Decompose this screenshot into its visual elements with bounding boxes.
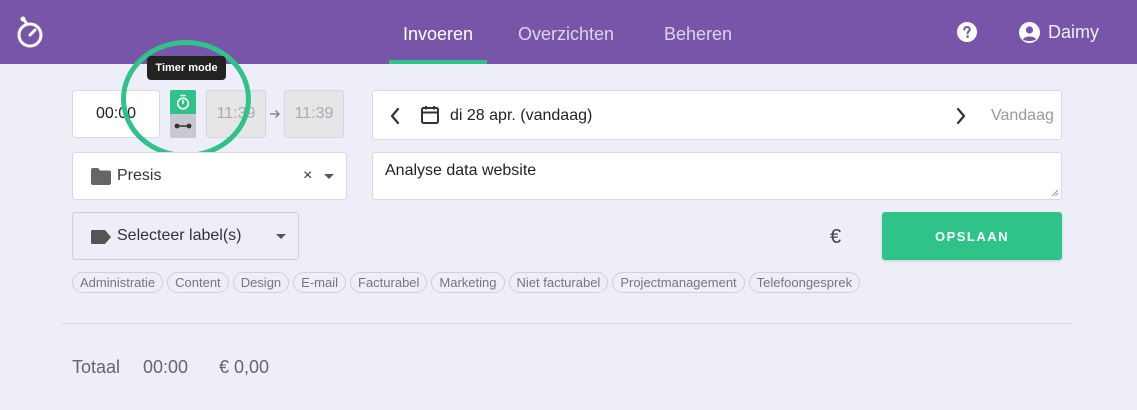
label-chip[interactable]: Administratie (72, 272, 164, 293)
description-textarea[interactable]: Analyse data website (372, 152, 1062, 200)
user-name[interactable]: Daimy (1048, 22, 1099, 43)
description-text: Analyse data website (385, 162, 537, 179)
active-nav-indicator (389, 60, 487, 64)
divider (62, 323, 1073, 324)
label-chip[interactable]: Design (232, 272, 290, 293)
arrow-right-icon (270, 109, 281, 119)
timer-mode-tooltip: Timer mode (147, 56, 226, 80)
tag-icon (91, 230, 111, 244)
selected-date[interactable]: di 28 apr. (vandaag) (450, 107, 592, 125)
clear-project-button[interactable]: × (303, 167, 312, 185)
folder-icon (91, 168, 111, 185)
label-placeholder: Selecteer label(s) (117, 227, 242, 244)
chevron-left-icon[interactable] (389, 107, 401, 125)
chevron-down-icon[interactable] (276, 234, 286, 239)
date-selector: di 28 apr. (vandaag) Vandaag (372, 90, 1062, 140)
stopwatch-logo-icon[interactable] (15, 15, 45, 49)
end-time-input[interactable]: 11:39 (284, 90, 344, 138)
project-value: Presis (117, 167, 162, 184)
calendar-icon (421, 106, 439, 124)
label-chip[interactable]: Content (167, 272, 229, 293)
label-select[interactable]: Selecteer label(s) (72, 212, 299, 260)
today-button[interactable]: Vandaag (991, 107, 1054, 125)
label-chip[interactable]: Facturabel (350, 272, 428, 293)
totals-label: Totaal (72, 357, 121, 377)
label-chip[interactable]: Marketing (431, 272, 505, 293)
nav-overzichten[interactable]: Overzichten (518, 24, 614, 45)
project-select[interactable]: Presis × (72, 152, 347, 200)
chevron-down-icon[interactable] (324, 174, 334, 179)
nav-beheren[interactable]: Beheren (664, 24, 732, 45)
label-chip-list: Administratie Content Design E-mail Fact… (72, 272, 861, 293)
totals-amount: € 0,00 (219, 357, 270, 377)
billable-toggle[interactable]: € (830, 226, 841, 249)
label-chip[interactable]: Projectmanagement (612, 272, 745, 293)
label-chip[interactable]: Telefoongesprek (748, 272, 861, 293)
user-circle-icon[interactable] (1019, 22, 1040, 43)
totals-time: 00:00 (143, 357, 189, 377)
resize-handle-icon[interactable] (1051, 189, 1059, 197)
nav-invoeren[interactable]: Invoeren (403, 24, 473, 45)
save-button[interactable]: OPSLAAN (882, 212, 1062, 260)
question-circle-icon[interactable] (957, 22, 977, 42)
label-chip[interactable]: Niet facturabel (508, 272, 609, 293)
label-chip[interactable]: E-mail (293, 272, 346, 293)
chevron-right-icon[interactable] (955, 107, 967, 125)
